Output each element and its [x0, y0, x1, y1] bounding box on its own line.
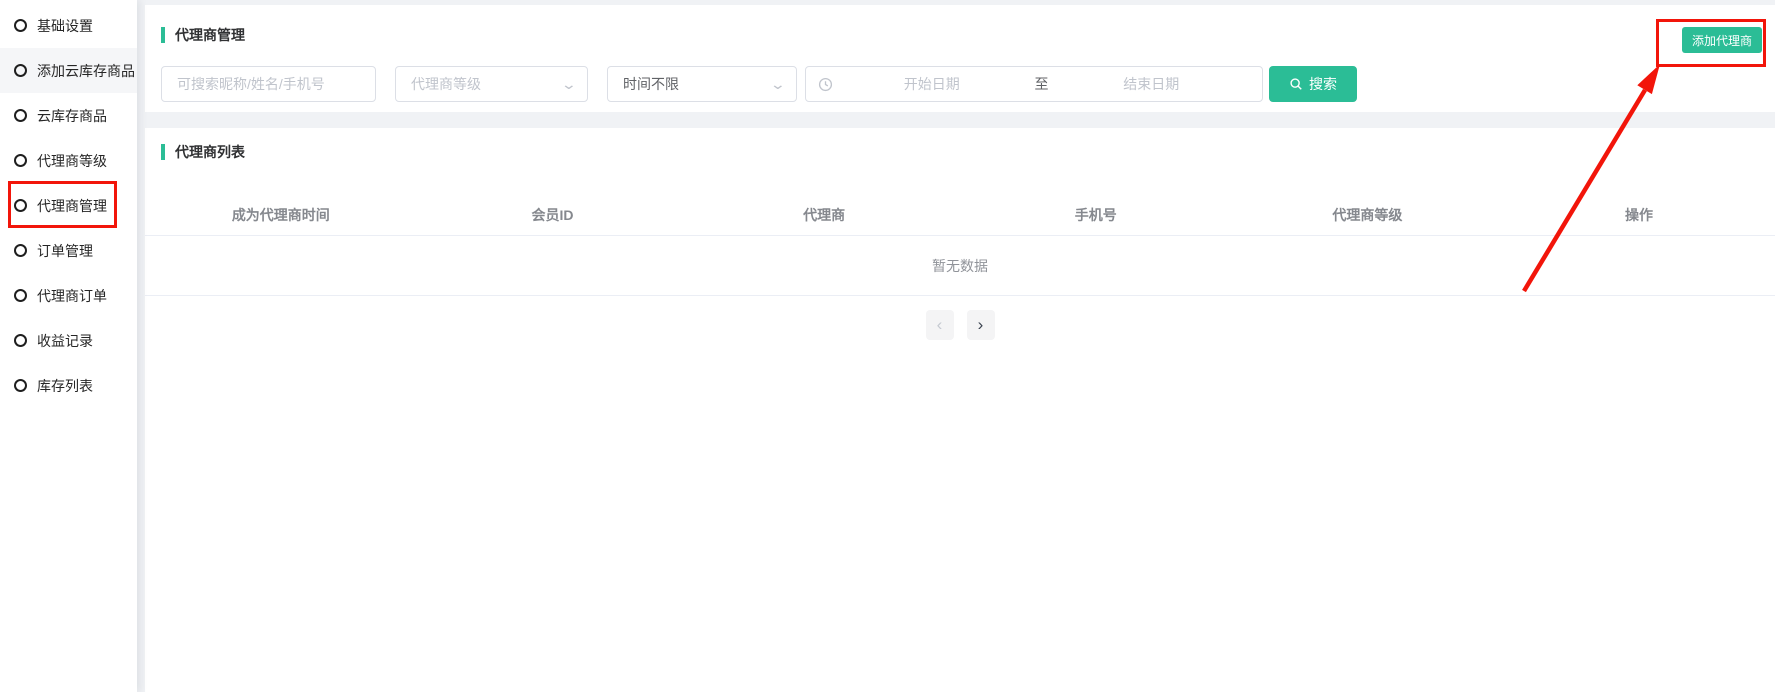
- chevron-right-icon: ›: [978, 315, 984, 335]
- chevron-left-icon: ‹: [937, 315, 943, 335]
- sidebar-item-label: 代理商订单: [37, 286, 107, 306]
- empty-text: 暂无数据: [932, 256, 988, 276]
- add-agent-button[interactable]: 添加代理商: [1682, 27, 1762, 53]
- table-column-header: 成为代理商时间: [145, 205, 417, 225]
- sidebar-item-label: 订单管理: [37, 241, 93, 261]
- agent-level-select-value: 代理商等级: [411, 74, 481, 94]
- chevron-down-icon: ⌄: [770, 77, 786, 91]
- sidebar-item[interactable]: 云库存商品: [0, 93, 137, 138]
- sidebar-item[interactable]: 添加云库存商品: [0, 48, 137, 93]
- date-range-picker[interactable]: 开始日期 至 结束日期: [805, 66, 1263, 102]
- sidebar-item[interactable]: 代理商管理: [0, 183, 137, 228]
- table-empty-row: 暂无数据: [145, 236, 1775, 296]
- end-date-input[interactable]: 结束日期: [1053, 74, 1251, 94]
- circle-icon: [14, 289, 27, 302]
- sidebar-item-label: 收益记录: [37, 331, 93, 351]
- time-range-select-value: 时间不限: [623, 74, 679, 94]
- pagination: ‹ ›: [145, 310, 1775, 340]
- table-column-header: 代理商: [688, 205, 960, 225]
- circle-icon: [14, 109, 27, 122]
- table-column-header: 代理商等级: [1232, 205, 1504, 225]
- sidebar-item[interactable]: 库存列表: [0, 363, 137, 408]
- page-title-row: 代理商管理: [161, 25, 1775, 45]
- list-title: 代理商列表: [175, 142, 245, 162]
- start-date-input[interactable]: 开始日期: [833, 74, 1031, 94]
- circle-icon: [14, 379, 27, 392]
- table-column-header: 操作: [1503, 205, 1775, 225]
- sidebar-item-label: 代理商等级: [37, 151, 107, 171]
- circle-icon: [14, 154, 27, 167]
- search-button-label: 搜索: [1309, 74, 1337, 94]
- table-column-header: 会员ID: [417, 205, 689, 225]
- pagination-prev-button[interactable]: ‹: [926, 310, 954, 340]
- circle-icon: [14, 244, 27, 257]
- pagination-next-button[interactable]: ›: [967, 310, 995, 340]
- sidebar: 基础设置添加云库存商品云库存商品代理商等级代理商管理订单管理代理商订单收益记录库…: [0, 0, 137, 692]
- sidebar-item-label: 云库存商品: [37, 106, 107, 126]
- sidebar-item[interactable]: 代理商等级: [0, 138, 137, 183]
- circle-icon: [14, 19, 27, 32]
- list-title-row: 代理商列表: [145, 142, 1775, 162]
- time-range-select[interactable]: 时间不限 ⌄: [607, 66, 797, 102]
- main-content: 代理商管理 代理商等级 ⌄ 时间不限 ⌄ 开始日期 至 结束日期: [140, 0, 1775, 692]
- sidebar-item-label: 代理商管理: [37, 196, 107, 216]
- search-icon: [1289, 77, 1303, 91]
- title-accent-bar: [161, 27, 165, 43]
- sidebar-menu: 基础设置添加云库存商品云库存商品代理商等级代理商管理订单管理代理商订单收益记录库…: [0, 3, 137, 408]
- search-input[interactable]: [161, 66, 376, 102]
- title-accent-bar: [161, 144, 165, 160]
- chevron-down-icon: ⌄: [561, 77, 577, 91]
- circle-icon: [14, 334, 27, 347]
- sidebar-item[interactable]: 订单管理: [0, 228, 137, 273]
- agent-list-card: 代理商列表 成为代理商时间会员ID代理商手机号代理商等级操作 暂无数据 ‹ ›: [145, 128, 1775, 692]
- search-button[interactable]: 搜索: [1269, 66, 1357, 102]
- table-column-header: 手机号: [960, 205, 1232, 225]
- sidebar-item-label: 基础设置: [37, 16, 93, 36]
- sidebar-item-label: 库存列表: [37, 376, 93, 396]
- sidebar-item[interactable]: 收益记录: [0, 318, 137, 363]
- sidebar-item[interactable]: 基础设置: [0, 3, 137, 48]
- agent-level-select[interactable]: 代理商等级 ⌄: [395, 66, 588, 102]
- page-title: 代理商管理: [175, 25, 245, 45]
- sidebar-item[interactable]: 代理商订单: [0, 273, 137, 318]
- circle-icon: [14, 199, 27, 212]
- sidebar-item-label: 添加云库存商品: [37, 61, 135, 81]
- filter-row: 代理商等级 ⌄ 时间不限 ⌄ 开始日期 至 结束日期: [161, 66, 1775, 102]
- filter-card: 代理商管理 代理商等级 ⌄ 时间不限 ⌄ 开始日期 至 结束日期: [145, 5, 1775, 112]
- circle-icon: [14, 64, 27, 77]
- date-separator: 至: [1031, 74, 1053, 94]
- table-header-row: 成为代理商时间会员ID代理商手机号代理商等级操作: [145, 195, 1775, 236]
- clock-icon: [818, 77, 833, 92]
